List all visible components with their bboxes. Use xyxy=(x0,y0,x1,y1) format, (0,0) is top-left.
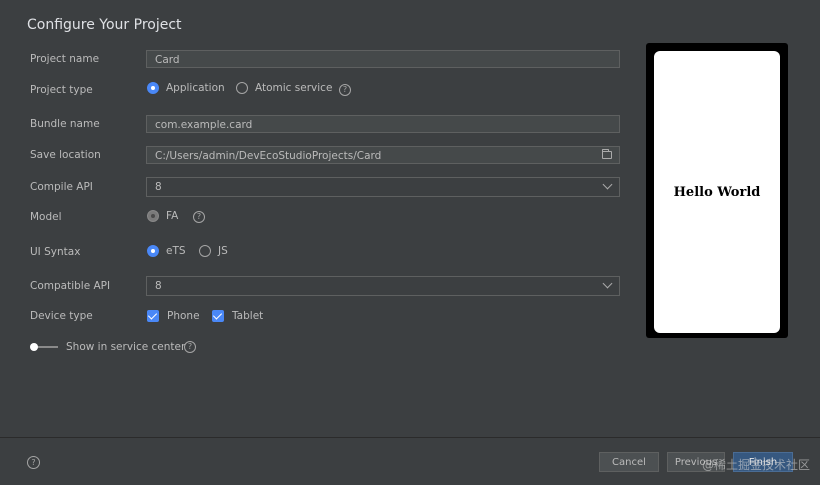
ui-syntax-label: UI Syntax xyxy=(30,246,81,258)
project-name-label: Project name xyxy=(30,53,100,65)
radio-selected-icon xyxy=(147,245,159,257)
save-location-field[interactable]: C:/Users/admin/DevEcoStudioProjects/Card xyxy=(146,146,620,164)
project-type-label: Project type xyxy=(30,84,93,96)
bundle-name-label: Bundle name xyxy=(30,118,100,130)
device-screen: Hello World xyxy=(654,51,780,333)
checkbox-label-phone: Phone xyxy=(167,310,200,322)
radio-unselected-icon xyxy=(199,245,211,257)
radio-selected-icon xyxy=(147,82,159,94)
radio-label-atomic-service: Atomic service xyxy=(255,82,333,94)
radio-disabled-icon xyxy=(147,210,159,222)
device-type-phone-checkbox[interactable]: Phone xyxy=(147,310,200,322)
cancel-button[interactable]: Cancel xyxy=(599,452,659,472)
project-name-field[interactable]: Card xyxy=(146,50,620,68)
compile-api-select[interactable]: 8 xyxy=(146,177,620,197)
watermark: @稀土掘金技术社区 xyxy=(701,458,810,472)
compile-api-value: 8 xyxy=(155,181,162,193)
compile-api-label: Compile API xyxy=(30,181,93,193)
help-icon[interactable]: ? xyxy=(339,84,351,96)
compatible-api-label: Compatible API xyxy=(30,280,111,292)
chevron-down-icon xyxy=(602,278,613,289)
folder-icon[interactable] xyxy=(602,149,612,159)
service-center-toggle[interactable] xyxy=(30,343,58,351)
device-type-tablet-checkbox[interactable]: Tablet xyxy=(212,310,263,322)
checkbox-label-tablet: Tablet xyxy=(232,310,264,322)
checkbox-checked-icon xyxy=(147,310,159,322)
project-type-atomic-service-radio[interactable]: Atomic service xyxy=(236,82,332,94)
radio-unselected-icon xyxy=(236,82,248,94)
device-preview: Hello World xyxy=(646,43,788,338)
checkbox-checked-icon xyxy=(212,310,224,322)
compatible-api-select[interactable]: 8 xyxy=(146,276,620,296)
preview-text: Hello World xyxy=(673,184,761,200)
service-center-label: Show in service center xyxy=(66,341,186,353)
device-type-label: Device type xyxy=(30,310,93,322)
footer-divider xyxy=(0,437,820,438)
help-icon[interactable]: ? xyxy=(193,211,205,223)
model-fa-radio[interactable]: FA xyxy=(147,210,178,222)
dialog-title: Configure Your Project xyxy=(27,17,182,33)
ui-syntax-js-radio[interactable]: JS xyxy=(199,245,228,257)
radio-label-application: Application xyxy=(166,82,225,94)
ui-syntax-ets-radio[interactable]: eTS xyxy=(147,245,186,257)
model-label: Model xyxy=(30,211,62,223)
toggle-knob xyxy=(30,343,38,351)
save-location-label: Save location xyxy=(30,149,101,161)
radio-label-ets: eTS xyxy=(166,245,186,257)
chevron-down-icon xyxy=(602,179,613,190)
bundle-name-field[interactable]: com.example.card xyxy=(146,115,620,133)
help-icon[interactable]: ? xyxy=(27,456,40,469)
compatible-api-value: 8 xyxy=(155,280,162,292)
radio-label-fa: FA xyxy=(166,210,179,222)
save-location-value: C:/Users/admin/DevEcoStudioProjects/Card xyxy=(155,150,382,162)
help-icon[interactable]: ? xyxy=(184,341,196,353)
project-type-application-radio[interactable]: Application xyxy=(147,82,225,94)
radio-label-js: JS xyxy=(218,245,228,257)
